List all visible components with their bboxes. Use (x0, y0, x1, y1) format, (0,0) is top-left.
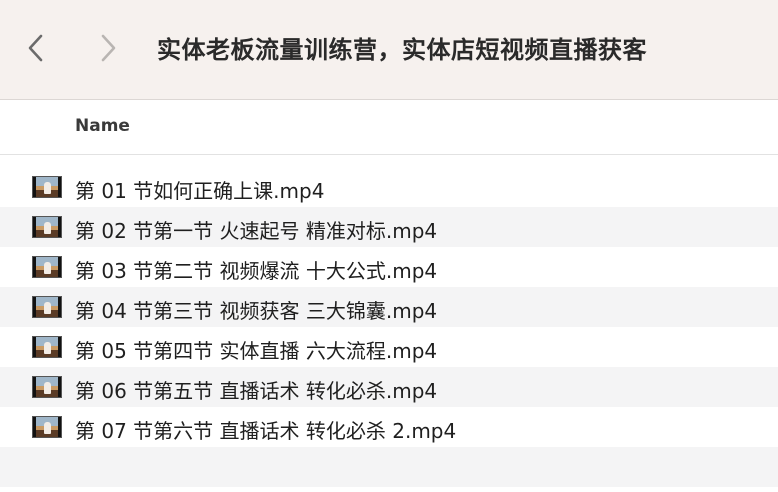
forward-button[interactable] (92, 28, 124, 68)
back-button[interactable] (20, 28, 52, 68)
video-thumbnail-icon (32, 176, 62, 198)
file-row[interactable]: 第 03 节第二节 视频爆流 十大公式.mp4 (0, 247, 778, 287)
chevron-right-icon (101, 34, 116, 62)
file-name: 第 04 节第三节 视频获客 三大锦囊.mp4 (75, 299, 438, 323)
toolbar: 实体老板流量训练营，实体店短视频直播获客 (0, 0, 778, 100)
video-thumbnail-icon (32, 416, 62, 438)
file-row[interactable]: 第 01 节如何正确上课.mp4 (0, 167, 778, 207)
file-row[interactable]: 第 02 节第一节 火速起号 精准对标.mp4 (0, 207, 778, 247)
finder-window: 实体老板流量训练营，实体店短视频直播获客 Name 第 01 节如何正确上课.m… (0, 0, 778, 492)
file-name: 第 07 节第六节 直播话术 转化必杀 2.mp4 (75, 419, 457, 443)
file-list: 第 01 节如何正确上课.mp4 第 02 节第一节 火速起号 精准对标.mp4… (0, 155, 778, 487)
file-name: 第 02 节第一节 火速起号 精准对标.mp4 (75, 219, 438, 243)
file-row[interactable]: 第 07 节第六节 直播话术 转化必杀 2.mp4 (0, 407, 778, 447)
video-thumbnail-icon (32, 336, 62, 358)
empty-row (0, 447, 778, 487)
video-thumbnail-icon (32, 216, 62, 238)
video-thumbnail-icon (32, 256, 62, 278)
file-name: 第 01 节如何正确上课.mp4 (75, 179, 325, 203)
file-row[interactable]: 第 05 节第四节 实体直播 六大流程.mp4 (0, 327, 778, 367)
file-name: 第 06 节第五节 直播话术 转化必杀.mp4 (75, 379, 438, 403)
file-name: 第 05 节第四节 实体直播 六大流程.mp4 (75, 339, 438, 363)
video-thumbnail-icon (32, 376, 62, 398)
window-title: 实体老板流量训练营，实体店短视频直播获客 (157, 36, 647, 64)
video-thumbnail-icon (32, 296, 62, 318)
file-row[interactable]: 第 06 节第五节 直播话术 转化必杀.mp4 (0, 367, 778, 407)
file-row[interactable]: 第 04 节第三节 视频获客 三大锦囊.mp4 (0, 287, 778, 327)
chevron-left-icon (28, 34, 43, 62)
file-name: 第 03 节第二节 视频爆流 十大公式.mp4 (75, 259, 438, 283)
column-header-bar: Name (0, 100, 778, 155)
column-header-name[interactable]: Name (75, 116, 130, 136)
